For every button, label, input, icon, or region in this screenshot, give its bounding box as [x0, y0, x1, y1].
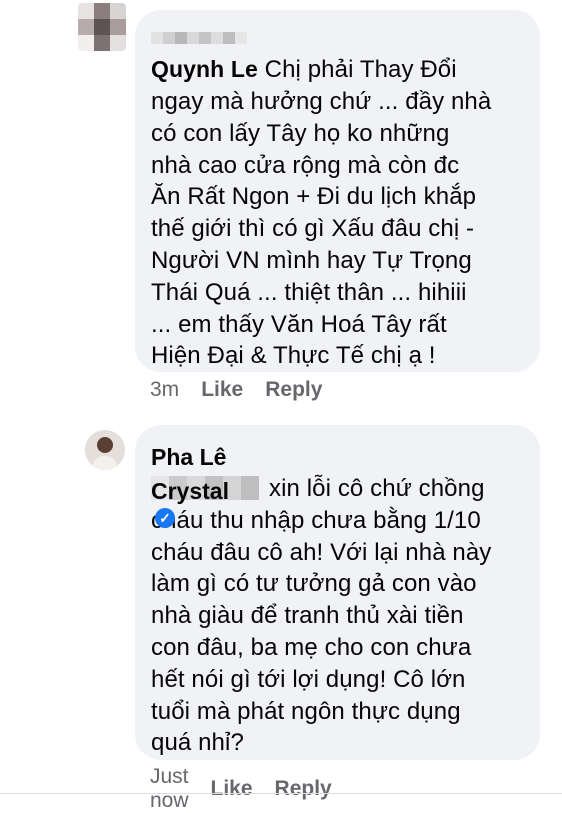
text-line: nhà cao cửa rộng mà còn đc: [151, 151, 460, 179]
text-line: làm gì có tư tưởng gả con vào: [151, 570, 477, 598]
text-line: Chị phải Thay Đổi: [264, 56, 457, 83]
text-line: Người VN mình hay Tự Trọng: [151, 246, 472, 274]
pixelated-name-icon: [151, 32, 247, 44]
comment-author[interactable]: Quynh Le: [151, 56, 258, 82]
like-button[interactable]: Like: [201, 378, 243, 402]
comment-timestamp: 3m: [150, 378, 180, 401]
text-line: ngay mà hưởng chứ ... đầy nhà: [151, 88, 492, 115]
comment-header: Pha Lê Crystal ✓: [151, 440, 229, 528]
text-line: Ăn Rất Ngon + Đi du lịch khắp: [151, 183, 477, 211]
text-line: con đâu, ba mẹ cho con chưa: [151, 633, 472, 661]
text-line: cháu đâu cô ah! Với lại nhà này: [151, 538, 492, 566]
profile-photo-icon: [85, 430, 125, 470]
text-line: tuổi mà phát ngôn thực dụng: [151, 697, 461, 725]
text-line: thế giới thì có gì Xấu đâu chị -: [151, 215, 475, 243]
text-line: quá nhỉ?: [151, 729, 244, 757]
comment-timestamp: Just now: [150, 765, 189, 812]
text-line: ... em thấy Văn Hoá Tây rất: [151, 310, 447, 338]
text-line: hết nói gì tới lợi dụng! Cô lớn: [151, 665, 466, 693]
comment-author[interactable]: Pha Lê Crystal: [151, 444, 229, 504]
like-button[interactable]: Like: [211, 777, 253, 801]
comment-bubble: Quynh Le Chị phải Thay Đổi ngay mà hưởng…: [135, 10, 540, 372]
text-line: Thái Quá ... thiệt thân ... hihiii: [151, 278, 467, 306]
avatar[interactable]: [85, 430, 125, 470]
text-line: Hiện Đại & Thực Tế chị ạ !: [151, 342, 436, 370]
text-line: nhà giàu để tranh thủ xài tiền: [151, 602, 464, 630]
avatar-blurred[interactable]: [78, 3, 126, 51]
comment-text: Quynh Le Chị phải Thay Đổi ngay mà hưởng…: [151, 52, 524, 372]
blurred-name-strip: [151, 22, 524, 52]
text-line: có con lấy Tây họ ko những: [151, 119, 450, 147]
comment-actions: 3m Like Reply: [150, 378, 322, 402]
verified-badge-icon: ✓: [155, 508, 175, 528]
pixelated-avatar-icon: [78, 3, 126, 51]
text-line: xin lỗi cô chứ chồng: [269, 475, 485, 502]
text-line: cháu thu nhập chưa bằng 1/10: [151, 506, 481, 534]
reply-button[interactable]: Reply: [265, 378, 322, 402]
comment-text: xin lỗi cô chứ chồng cháu thu nhập chưa …: [151, 473, 524, 759]
reply-button[interactable]: Reply: [275, 777, 332, 801]
comment-actions: Just now Like Reply: [150, 765, 332, 813]
